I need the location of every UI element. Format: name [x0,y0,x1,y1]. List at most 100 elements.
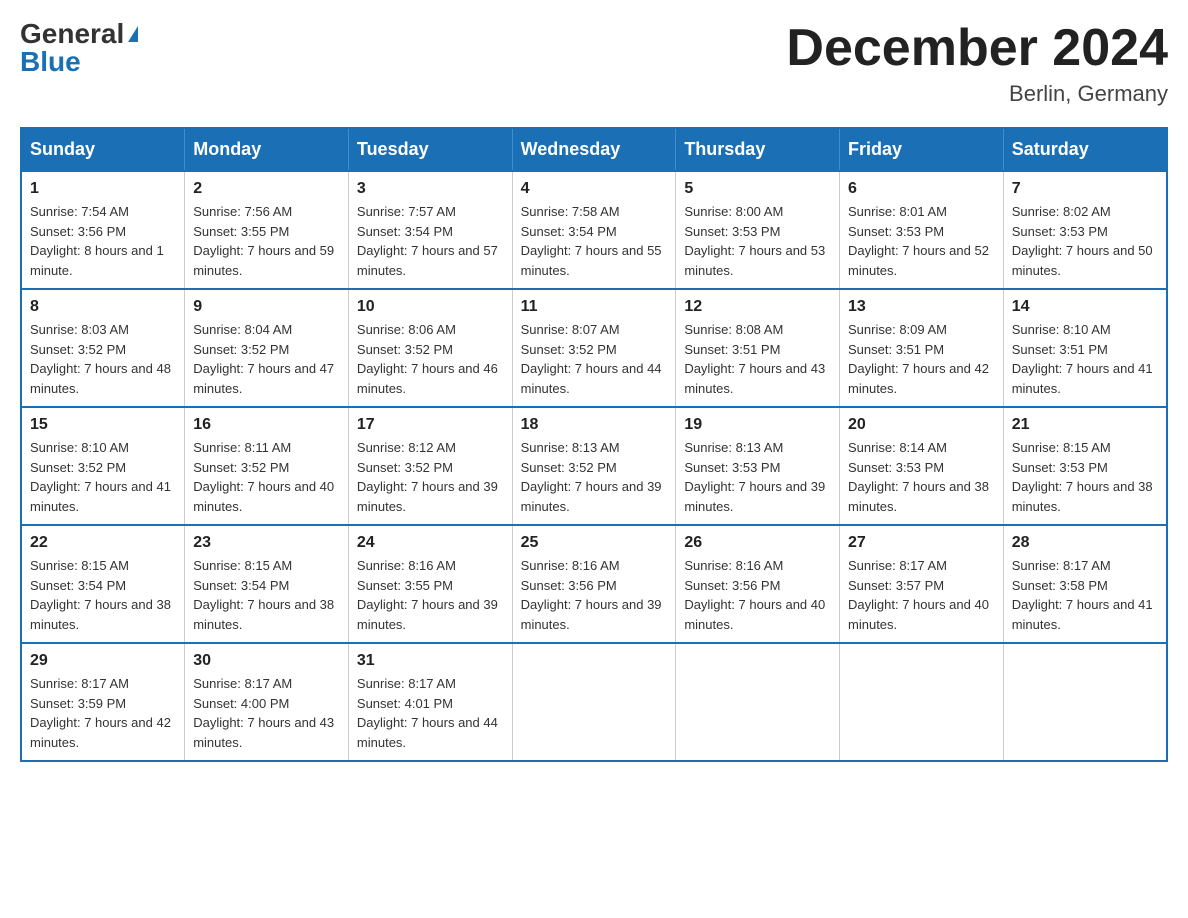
day-cell: 27 Sunrise: 8:17 AMSunset: 3:57 PMDayligh… [840,525,1004,643]
day-cell: 6 Sunrise: 8:01 AMSunset: 3:53 PMDaylight… [840,171,1004,289]
day-number: 10 [357,298,504,316]
week-row-4: 22 Sunrise: 8:15 AMSunset: 3:54 PMDayligh… [21,525,1167,643]
day-cell: 13 Sunrise: 8:09 AMSunset: 3:51 PMDayligh… [840,289,1004,407]
day-cell: 25Sunrise: 8:16 AMSunset: 3:56 PMDayligh… [512,525,676,643]
day-number: 29 [30,652,176,670]
day-number: 3 [357,180,504,198]
location-subtitle: Berlin, Germany [786,81,1168,107]
day-number: 12 [684,298,831,316]
day-cell: 22 Sunrise: 8:15 AMSunset: 3:54 PMDayligh… [21,525,185,643]
day-cell: 30 Sunrise: 8:17 AMSunset: 4:00 PMDayligh… [185,643,349,761]
day-cell [512,643,676,761]
day-cell: 1Sunrise: 7:54 AMSunset: 3:56 PMDaylight… [21,171,185,289]
weekday-header-tuesday: Tuesday [348,128,512,171]
day-number: 14 [1012,298,1158,316]
day-info: Sunrise: 8:07 AMSunset: 3:52 PMDaylight:… [521,320,668,398]
day-info: Sunrise: 8:15 AMSunset: 3:54 PMDaylight:… [30,556,176,634]
logo-blue-text: Blue [20,48,81,76]
day-info: Sunrise: 8:17 AMSunset: 3:57 PMDaylight:… [848,556,995,634]
day-cell: 14 Sunrise: 8:10 AMSunset: 3:51 PMDayligh… [1003,289,1167,407]
day-cell: 5 Sunrise: 8:00 AMSunset: 3:53 PMDaylight… [676,171,840,289]
week-row-5: 29 Sunrise: 8:17 AMSunset: 3:59 PMDayligh… [21,643,1167,761]
day-number: 5 [684,180,831,198]
day-info: Sunrise: 8:15 AMSunset: 3:53 PMDaylight:… [1012,438,1158,516]
day-cell: 23 Sunrise: 8:15 AMSunset: 3:54 PMDayligh… [185,525,349,643]
day-number: 23 [193,534,340,552]
day-info: Sunrise: 8:00 AMSunset: 3:53 PMDaylight:… [684,202,831,280]
day-number: 18 [521,416,668,434]
day-info: Sunrise: 8:13 AMSunset: 3:53 PMDaylight:… [684,438,831,516]
day-cell: 29 Sunrise: 8:17 AMSunset: 3:59 PMDayligh… [21,643,185,761]
day-cell: 21Sunrise: 8:15 AMSunset: 3:53 PMDayligh… [1003,407,1167,525]
day-cell: 18 Sunrise: 8:13 AMSunset: 3:52 PMDayligh… [512,407,676,525]
day-number: 27 [848,534,995,552]
week-row-1: 1Sunrise: 7:54 AMSunset: 3:56 PMDaylight… [21,171,1167,289]
day-cell: 24 Sunrise: 8:16 AMSunset: 3:55 PMDayligh… [348,525,512,643]
day-number: 30 [193,652,340,670]
day-number: 20 [848,416,995,434]
day-info: Sunrise: 8:16 AMSunset: 3:55 PMDaylight:… [357,556,504,634]
day-number: 11 [521,298,668,316]
day-number: 13 [848,298,995,316]
day-info: Sunrise: 7:57 AMSunset: 3:54 PMDaylight:… [357,202,504,280]
day-number: 17 [357,416,504,434]
day-info: Sunrise: 8:13 AMSunset: 3:52 PMDaylight:… [521,438,668,516]
day-number: 26 [684,534,831,552]
day-number: 22 [30,534,176,552]
calendar-table: SundayMondayTuesdayWednesdayThursdayFrid… [20,127,1168,762]
day-number: 19 [684,416,831,434]
weekday-header-friday: Friday [840,128,1004,171]
day-cell: 17Sunrise: 8:12 AMSunset: 3:52 PMDayligh… [348,407,512,525]
weekday-header-row: SundayMondayTuesdayWednesdayThursdayFrid… [21,128,1167,171]
day-number: 28 [1012,534,1158,552]
day-number: 1 [30,180,176,198]
week-row-2: 8Sunrise: 8:03 AMSunset: 3:52 PMDaylight… [21,289,1167,407]
day-cell: 26 Sunrise: 8:16 AMSunset: 3:56 PMDayligh… [676,525,840,643]
day-cell: 7 Sunrise: 8:02 AMSunset: 3:53 PMDaylight… [1003,171,1167,289]
day-info: Sunrise: 8:11 AMSunset: 3:52 PMDaylight:… [193,438,340,516]
day-cell [840,643,1004,761]
day-cell: 16 Sunrise: 8:11 AMSunset: 3:52 PMDayligh… [185,407,349,525]
day-number: 24 [357,534,504,552]
day-cell: 4 Sunrise: 7:58 AMSunset: 3:54 PMDaylight… [512,171,676,289]
day-cell: 3 Sunrise: 7:57 AMSunset: 3:54 PMDaylight… [348,171,512,289]
day-cell: 31Sunrise: 8:17 AMSunset: 4:01 PMDayligh… [348,643,512,761]
day-info: Sunrise: 8:06 AMSunset: 3:52 PMDaylight:… [357,320,504,398]
day-number: 8 [30,298,176,316]
day-info: Sunrise: 8:17 AMSunset: 3:58 PMDaylight:… [1012,556,1158,634]
day-info: Sunrise: 7:56 AMSunset: 3:55 PMDaylight:… [193,202,340,280]
day-info: Sunrise: 8:02 AMSunset: 3:53 PMDaylight:… [1012,202,1158,280]
day-number: 9 [193,298,340,316]
day-number: 6 [848,180,995,198]
day-number: 2 [193,180,340,198]
day-number: 15 [30,416,176,434]
weekday-header-thursday: Thursday [676,128,840,171]
day-info: Sunrise: 8:17 AMSunset: 3:59 PMDaylight:… [30,674,176,752]
day-cell [1003,643,1167,761]
day-info: Sunrise: 8:01 AMSunset: 3:53 PMDaylight:… [848,202,995,280]
day-number: 4 [521,180,668,198]
day-cell: 15Sunrise: 8:10 AMSunset: 3:52 PMDayligh… [21,407,185,525]
day-info: Sunrise: 8:15 AMSunset: 3:54 PMDaylight:… [193,556,340,634]
day-info: Sunrise: 8:16 AMSunset: 3:56 PMDaylight:… [684,556,831,634]
day-cell: 12 Sunrise: 8:08 AMSunset: 3:51 PMDayligh… [676,289,840,407]
day-number: 7 [1012,180,1158,198]
logo: General Blue [20,20,138,76]
day-info: Sunrise: 8:08 AMSunset: 3:51 PMDaylight:… [684,320,831,398]
week-row-3: 15Sunrise: 8:10 AMSunset: 3:52 PMDayligh… [21,407,1167,525]
day-info: Sunrise: 8:17 AMSunset: 4:01 PMDaylight:… [357,674,504,752]
weekday-header-monday: Monday [185,128,349,171]
day-cell: 8Sunrise: 8:03 AMSunset: 3:52 PMDaylight… [21,289,185,407]
day-info: Sunrise: 8:04 AMSunset: 3:52 PMDaylight:… [193,320,340,398]
day-info: Sunrise: 7:58 AMSunset: 3:54 PMDaylight:… [521,202,668,280]
day-cell: 28 Sunrise: 8:17 AMSunset: 3:58 PMDayligh… [1003,525,1167,643]
day-cell: 9 Sunrise: 8:04 AMSunset: 3:52 PMDaylight… [185,289,349,407]
day-number: 16 [193,416,340,434]
day-cell: 19 Sunrise: 8:13 AMSunset: 3:53 PMDayligh… [676,407,840,525]
day-info: Sunrise: 8:09 AMSunset: 3:51 PMDaylight:… [848,320,995,398]
weekday-header-wednesday: Wednesday [512,128,676,171]
day-info: Sunrise: 8:17 AMSunset: 4:00 PMDaylight:… [193,674,340,752]
day-info: Sunrise: 8:10 AMSunset: 3:51 PMDaylight:… [1012,320,1158,398]
weekday-header-sunday: Sunday [21,128,185,171]
day-info: Sunrise: 8:14 AMSunset: 3:53 PMDaylight:… [848,438,995,516]
